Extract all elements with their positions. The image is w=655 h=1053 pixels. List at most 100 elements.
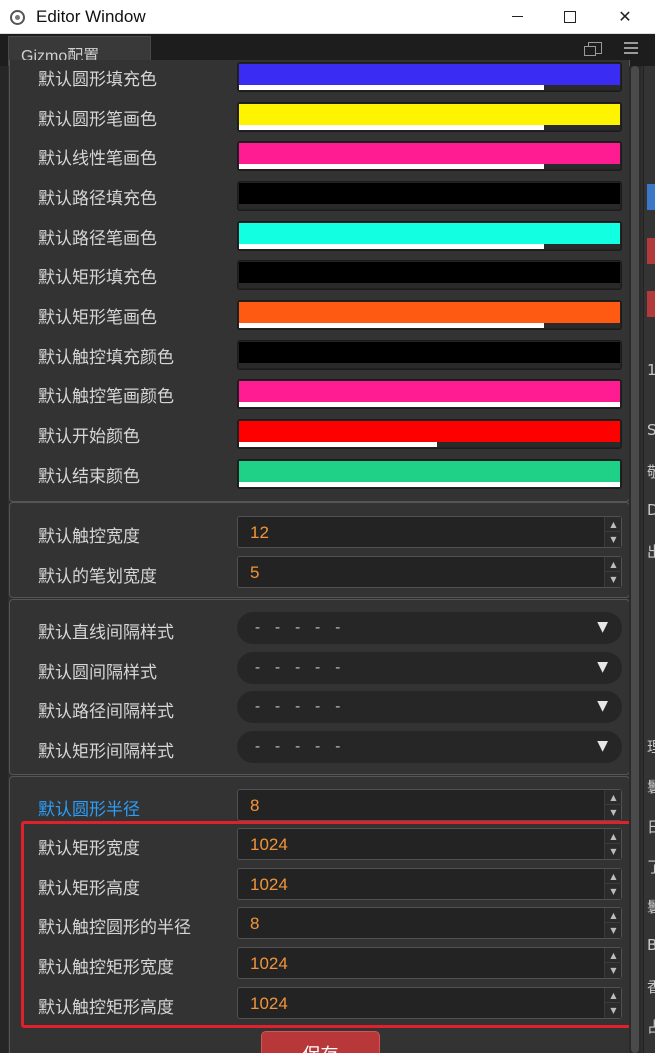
spin-down-icon[interactable]: ▼ bbox=[605, 844, 622, 859]
spinner[interactable]: ▲ ▼ bbox=[604, 557, 622, 587]
color-swatch[interactable] bbox=[237, 419, 622, 449]
number-value[interactable]: 1024 bbox=[250, 875, 288, 895]
number-value[interactable]: 5 bbox=[250, 563, 259, 583]
spin-up-icon[interactable]: ▲ bbox=[605, 517, 622, 532]
color-label: 默认触控笔画颜色 bbox=[38, 387, 174, 407]
spin-down-icon[interactable]: ▼ bbox=[605, 963, 622, 978]
chevron-down-icon: ▼ bbox=[597, 619, 608, 635]
alpha-bar bbox=[239, 125, 620, 130]
spin-down-icon[interactable]: ▼ bbox=[605, 884, 622, 899]
spin-down-icon[interactable]: ▼ bbox=[605, 923, 622, 938]
spinner[interactable]: ▲ ▼ bbox=[604, 869, 622, 899]
number-field[interactable]: 1024 ▲ ▼ bbox=[237, 868, 622, 900]
number-field[interactable]: 12 ▲ ▼ bbox=[237, 516, 622, 548]
color-swatch[interactable] bbox=[237, 102, 622, 132]
spin-up-icon[interactable]: ▲ bbox=[605, 557, 622, 572]
background-text: Sc bbox=[647, 421, 655, 439]
background-text: 出 bbox=[647, 541, 655, 562]
color-swatch[interactable] bbox=[237, 62, 622, 92]
spin-up-icon[interactable]: ▲ bbox=[605, 869, 622, 884]
dropdown-value: - - - - - bbox=[253, 618, 344, 636]
dash-style-dropdown[interactable]: - - - - - ▼ bbox=[237, 691, 622, 723]
minimize-button[interactable] bbox=[491, 0, 545, 34]
spin-up-icon[interactable]: ▲ bbox=[605, 948, 622, 963]
number-field[interactable]: 8 ▲ ▼ bbox=[237, 907, 622, 939]
scrollbar[interactable] bbox=[629, 66, 641, 1053]
dropdown-value: - - - - - bbox=[253, 697, 344, 715]
color-fill bbox=[239, 461, 620, 482]
alpha-bar bbox=[239, 85, 620, 90]
color-label: 默认圆形填充色 bbox=[38, 70, 157, 90]
field-label: 默认的笔划宽度 bbox=[38, 567, 157, 587]
color-swatch[interactable] bbox=[237, 260, 622, 290]
color-swatch[interactable] bbox=[237, 459, 622, 489]
spin-up-icon[interactable]: ▲ bbox=[605, 829, 622, 844]
color-swatch[interactable] bbox=[237, 181, 622, 211]
color-swatch[interactable] bbox=[237, 379, 622, 409]
alpha-bar bbox=[239, 442, 620, 447]
number-value[interactable]: 1024 bbox=[250, 994, 288, 1014]
maximize-tab-icon[interactable] bbox=[584, 42, 602, 56]
spin-down-icon[interactable]: ▼ bbox=[605, 1003, 622, 1018]
dash-label: 默认圆间隔样式 bbox=[38, 663, 157, 683]
color-swatch[interactable] bbox=[237, 340, 622, 370]
color-label: 默认线性笔画色 bbox=[38, 149, 157, 169]
color-label: 默认结束颜色 bbox=[38, 467, 140, 487]
spin-down-icon[interactable]: ▼ bbox=[605, 532, 622, 547]
save-button[interactable]: 保存 bbox=[261, 1031, 380, 1053]
number-value[interactable]: 8 bbox=[250, 796, 259, 816]
number-value[interactable]: 12 bbox=[250, 523, 269, 543]
color-fill bbox=[239, 223, 620, 244]
dropdown-value: - - - - - bbox=[253, 658, 344, 676]
spinner[interactable]: ▲ ▼ bbox=[604, 829, 622, 859]
window-title: Editor Window bbox=[36, 7, 146, 26]
number-field[interactable]: 5 ▲ ▼ bbox=[237, 556, 622, 588]
spinner[interactable]: ▲ ▼ bbox=[604, 517, 622, 547]
number-value[interactable]: 1024 bbox=[250, 954, 288, 974]
spin-up-icon[interactable]: ▲ bbox=[605, 908, 622, 923]
field-label: 默认触控圆形的半径 bbox=[38, 918, 191, 938]
dash-style-dropdown[interactable]: - - - - - ▼ bbox=[237, 612, 622, 644]
color-swatch[interactable] bbox=[237, 141, 622, 171]
background-text: B bbox=[647, 936, 655, 954]
background-text: 鬟 bbox=[647, 776, 655, 797]
close-button[interactable]: ✕ bbox=[598, 0, 652, 34]
spin-up-icon[interactable]: ▲ bbox=[605, 790, 622, 805]
number-value[interactable]: 8 bbox=[250, 914, 259, 934]
menu-icon[interactable] bbox=[624, 42, 638, 54]
number-field[interactable]: 8 ▲ ▼ bbox=[237, 789, 622, 821]
alpha-bar bbox=[239, 244, 620, 249]
number-field[interactable]: 1024 ▲ ▼ bbox=[237, 947, 622, 979]
field-label: 默认触控矩形高度 bbox=[38, 998, 174, 1018]
color-swatch[interactable] bbox=[237, 300, 622, 330]
alpha-bar bbox=[239, 164, 620, 169]
color-swatch[interactable] bbox=[237, 221, 622, 251]
dash-style-dropdown[interactable]: - - - - - ▼ bbox=[237, 652, 622, 684]
spin-down-icon[interactable]: ▼ bbox=[605, 805, 622, 820]
spinner[interactable]: ▲ ▼ bbox=[604, 790, 622, 820]
spin-up-icon[interactable]: ▲ bbox=[605, 988, 622, 1003]
spinner[interactable]: ▲ ▼ bbox=[604, 948, 622, 978]
color-fill bbox=[239, 421, 620, 442]
number-value[interactable]: 1024 bbox=[250, 835, 288, 855]
alpha-fill bbox=[239, 244, 544, 249]
spinner[interactable]: ▲ ▼ bbox=[604, 908, 622, 938]
color-label: 默认开始颜色 bbox=[38, 427, 140, 447]
alpha-fill bbox=[239, 402, 620, 407]
maximize-button[interactable] bbox=[544, 0, 598, 34]
editor-window: Editor Window ✕ Gizmo配置 默认圆形填充色 默认圆形笔画色 默认… bbox=[0, 0, 655, 1053]
spin-down-icon[interactable]: ▼ bbox=[605, 572, 622, 587]
field-label: 默认触控矩形宽度 bbox=[38, 958, 174, 978]
background-text: 占 bbox=[647, 1016, 655, 1037]
field-label: 默认触控宽度 bbox=[38, 527, 140, 547]
background-text: 鬟 bbox=[647, 896, 655, 917]
dash-style-dropdown[interactable]: - - - - - ▼ bbox=[237, 731, 622, 763]
number-field[interactable]: 1024 ▲ ▼ bbox=[237, 987, 622, 1019]
scroll-thumb[interactable] bbox=[631, 66, 639, 1053]
spinner[interactable]: ▲ ▼ bbox=[604, 988, 622, 1018]
background-block bbox=[647, 291, 655, 317]
background-text: 理 bbox=[647, 736, 655, 757]
alpha-fill bbox=[239, 85, 544, 90]
number-field[interactable]: 1024 ▲ ▼ bbox=[237, 828, 622, 860]
dropdown-value: - - - - - bbox=[253, 737, 344, 755]
